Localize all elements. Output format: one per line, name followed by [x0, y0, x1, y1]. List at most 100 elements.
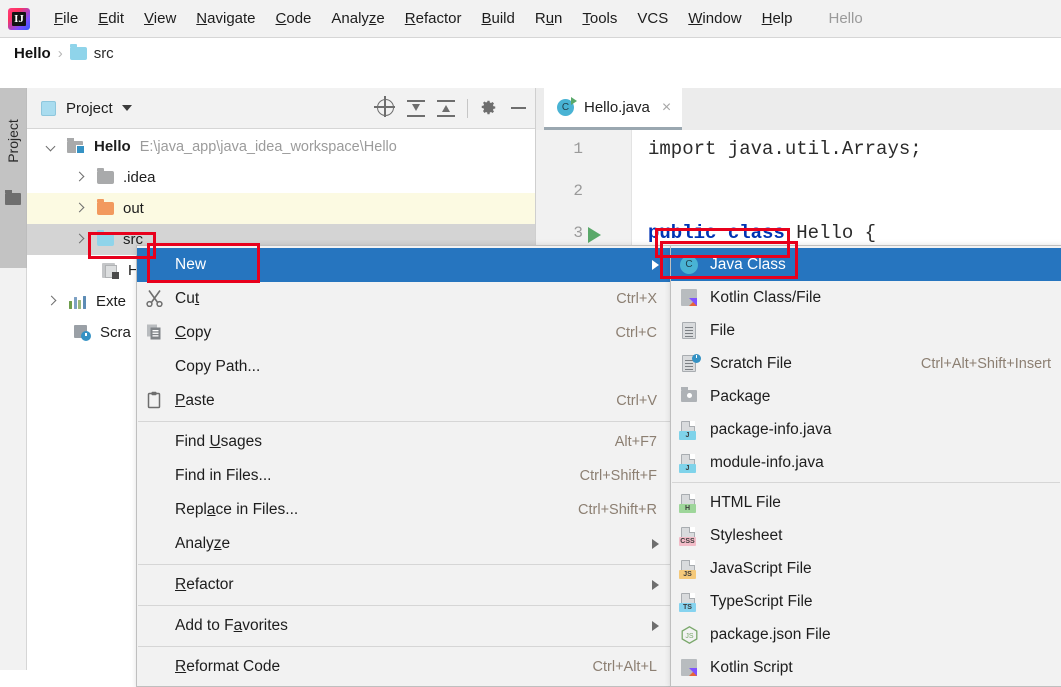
- menu-edit[interactable]: Edit: [88, 1, 134, 37]
- logo-glyph: IJ: [14, 12, 24, 25]
- empty-icon-slot: [145, 657, 167, 677]
- menu-separator: [672, 482, 1060, 483]
- context-menu-item-copy-path[interactable]: Copy Path...: [137, 350, 671, 384]
- context-menu-item-copy[interactable]: Copy Ctrl+C: [137, 316, 671, 350]
- submenu-item-module-info-java[interactable]: J module-info.java: [671, 446, 1061, 479]
- context-menu-shortcut-find-in-files: Ctrl+Shift+F: [579, 468, 657, 484]
- empty-icon-slot: [145, 534, 167, 554]
- context-menu-item-new[interactable]: New: [137, 248, 671, 282]
- menu-file[interactable]: File: [44, 1, 88, 37]
- context-menu-label-refactor: Refactor: [175, 576, 234, 593]
- hide-panel-icon[interactable]: [505, 94, 533, 122]
- left-strip-filler: [0, 268, 27, 670]
- chevron-right-icon[interactable]: [45, 295, 58, 308]
- folder-icon[interactable]: [5, 190, 21, 205]
- submenu-item-java-class[interactable]: C Java Class: [671, 248, 1061, 281]
- tree-row-out[interactable]: out: [27, 193, 535, 224]
- context-menu: New Cut Ctrl+X Copy Ctrl+C Copy Path... …: [136, 245, 672, 687]
- empty-icon-slot: [145, 466, 167, 486]
- expand-all-icon[interactable]: [402, 94, 430, 122]
- java-class-runnable-icon: [557, 97, 577, 116]
- menu-refactor[interactable]: Refactor: [395, 1, 472, 37]
- project-panel-toolbar: Project: [27, 88, 535, 129]
- context-menu-item-add-to-favorites[interactable]: Add to Favorites: [137, 609, 671, 643]
- submenu-label-package-info-java: package-info.java: [710, 420, 832, 438]
- context-menu-item-reformat-code[interactable]: Reformat Code Ctrl+Alt+L: [137, 650, 671, 684]
- context-menu-label-copy-path: Copy Path...: [175, 358, 261, 375]
- submenu-item-package-info-java[interactable]: J package-info.java: [671, 413, 1061, 446]
- breadcrumb-root[interactable]: Hello: [14, 45, 51, 62]
- menu-separator: [138, 564, 670, 565]
- menu-build[interactable]: Build: [471, 1, 524, 37]
- chevron-right-icon[interactable]: [73, 202, 86, 215]
- editor-tab-hello-java[interactable]: Hello.java ×: [544, 88, 683, 130]
- submenu-item-package[interactable]: Package: [671, 380, 1061, 413]
- collapse-all-icon[interactable]: [432, 94, 460, 122]
- submenu-item-typescript-file[interactable]: TS TypeScript File: [671, 585, 1061, 618]
- breadcrumb: Hello › src: [0, 38, 1061, 69]
- empty-icon-slot: [145, 616, 167, 636]
- context-menu-item-paste[interactable]: Paste Ctrl+V: [137, 384, 671, 418]
- breadcrumb-item-src[interactable]: src: [94, 45, 114, 62]
- menu-help[interactable]: Help: [752, 1, 803, 37]
- submenu-item-javascript-file[interactable]: JS JavaScript File: [671, 552, 1061, 585]
- paste-icon: [145, 391, 167, 411]
- menu-separator: [138, 421, 670, 422]
- submenu-item-html-file[interactable]: H HTML File: [671, 486, 1061, 519]
- context-menu-item-find-in-files[interactable]: Find in Files... Ctrl+Shift+F: [137, 459, 671, 493]
- run-gutter-icon[interactable]: [588, 227, 601, 243]
- cut-icon: [145, 289, 167, 309]
- submenu-item-stylesheet[interactable]: CSS Stylesheet: [671, 519, 1061, 552]
- context-menu-item-cut[interactable]: Cut Ctrl+X: [137, 282, 671, 316]
- editor-tab-label: Hello.java: [584, 99, 650, 116]
- tool-window-button-project[interactable]: Project: [5, 106, 21, 176]
- menu-view[interactable]: View: [134, 1, 186, 37]
- menu-analyze[interactable]: Analyze: [321, 1, 394, 37]
- submenu-label-java-class: Java Class: [710, 255, 786, 273]
- context-menu-item-analyze[interactable]: Analyze: [137, 527, 671, 561]
- chevron-right-icon[interactable]: [73, 171, 86, 184]
- typescript-file-icon: TS: [678, 592, 702, 612]
- svg-text:JS: JS: [685, 633, 694, 640]
- submenu-item-kotlin-script[interactable]: Kotlin Script: [671, 651, 1061, 684]
- menu-navigate[interactable]: Navigate: [186, 1, 265, 37]
- menu-bar: IJ File Edit View Navigate Code Analyze …: [0, 0, 1061, 38]
- context-menu-item-replace-in-files[interactable]: Replace in Files... Ctrl+Shift+R: [137, 493, 671, 527]
- menu-vcs[interactable]: VCS: [627, 1, 678, 37]
- kotlin-script-icon: [678, 658, 702, 678]
- tree-row-idea[interactable]: .idea: [27, 162, 535, 193]
- chevron-down-icon[interactable]: [121, 105, 132, 111]
- menu-code[interactable]: Code: [266, 1, 322, 37]
- new-submenu: C Java Class Kotlin Class/File File Scra…: [670, 245, 1061, 687]
- tree-row-hello[interactable]: Hello E:\java_app\java_idea_workspace\He…: [27, 131, 535, 162]
- menu-run[interactable]: Run: [525, 1, 573, 37]
- menu-tools[interactable]: Tools: [572, 1, 627, 37]
- file-icon: [678, 321, 702, 341]
- menu-window[interactable]: Window: [678, 1, 751, 37]
- tree-label-hello: Hello: [94, 138, 131, 155]
- external-libraries-icon: [69, 295, 87, 309]
- locate-in-tree-icon[interactable]: [372, 94, 400, 122]
- context-menu-label-find-usages: Find Usages: [175, 433, 263, 450]
- context-menu-item-refactor[interactable]: Refactor: [137, 568, 671, 602]
- context-menu-item-find-usages[interactable]: Find Usages Alt+F7: [137, 425, 671, 459]
- submenu-label-typescript-file: TypeScript File: [710, 592, 813, 610]
- submenu-item-scratch-file[interactable]: Scratch File Ctrl+Alt+Shift+Insert: [671, 347, 1061, 380]
- code-line-3: public class Hello {: [648, 222, 876, 244]
- settings-gear-icon[interactable]: [475, 94, 503, 122]
- submenu-label-kotlin-class-file: Kotlin Class/File: [710, 288, 822, 306]
- chevron-down-icon[interactable]: [45, 140, 58, 153]
- editor-tab-bar: Hello.java ×: [536, 88, 1061, 130]
- context-menu-label-replace-in-files: Replace in Files...: [175, 501, 299, 518]
- nodejs-package-json-icon: JS: [678, 625, 702, 645]
- submenu-item-file[interactable]: File: [671, 314, 1061, 347]
- chevron-right-icon[interactable]: [73, 233, 86, 246]
- line-number: 3: [573, 224, 583, 242]
- submenu-shortcut-scratch-file: Ctrl+Alt+Shift+Insert: [920, 355, 1051, 372]
- context-menu-shortcut-find-usages: Alt+F7: [614, 434, 657, 450]
- close-icon[interactable]: ×: [662, 99, 671, 116]
- submenu-label-module-info-java: module-info.java: [710, 453, 824, 471]
- submenu-item-kotlin-class-file[interactable]: Kotlin Class/File: [671, 281, 1061, 314]
- context-menu-shortcut-cut: Ctrl+X: [616, 291, 657, 307]
- submenu-item-package-json-file[interactable]: JS package.json File: [671, 618, 1061, 651]
